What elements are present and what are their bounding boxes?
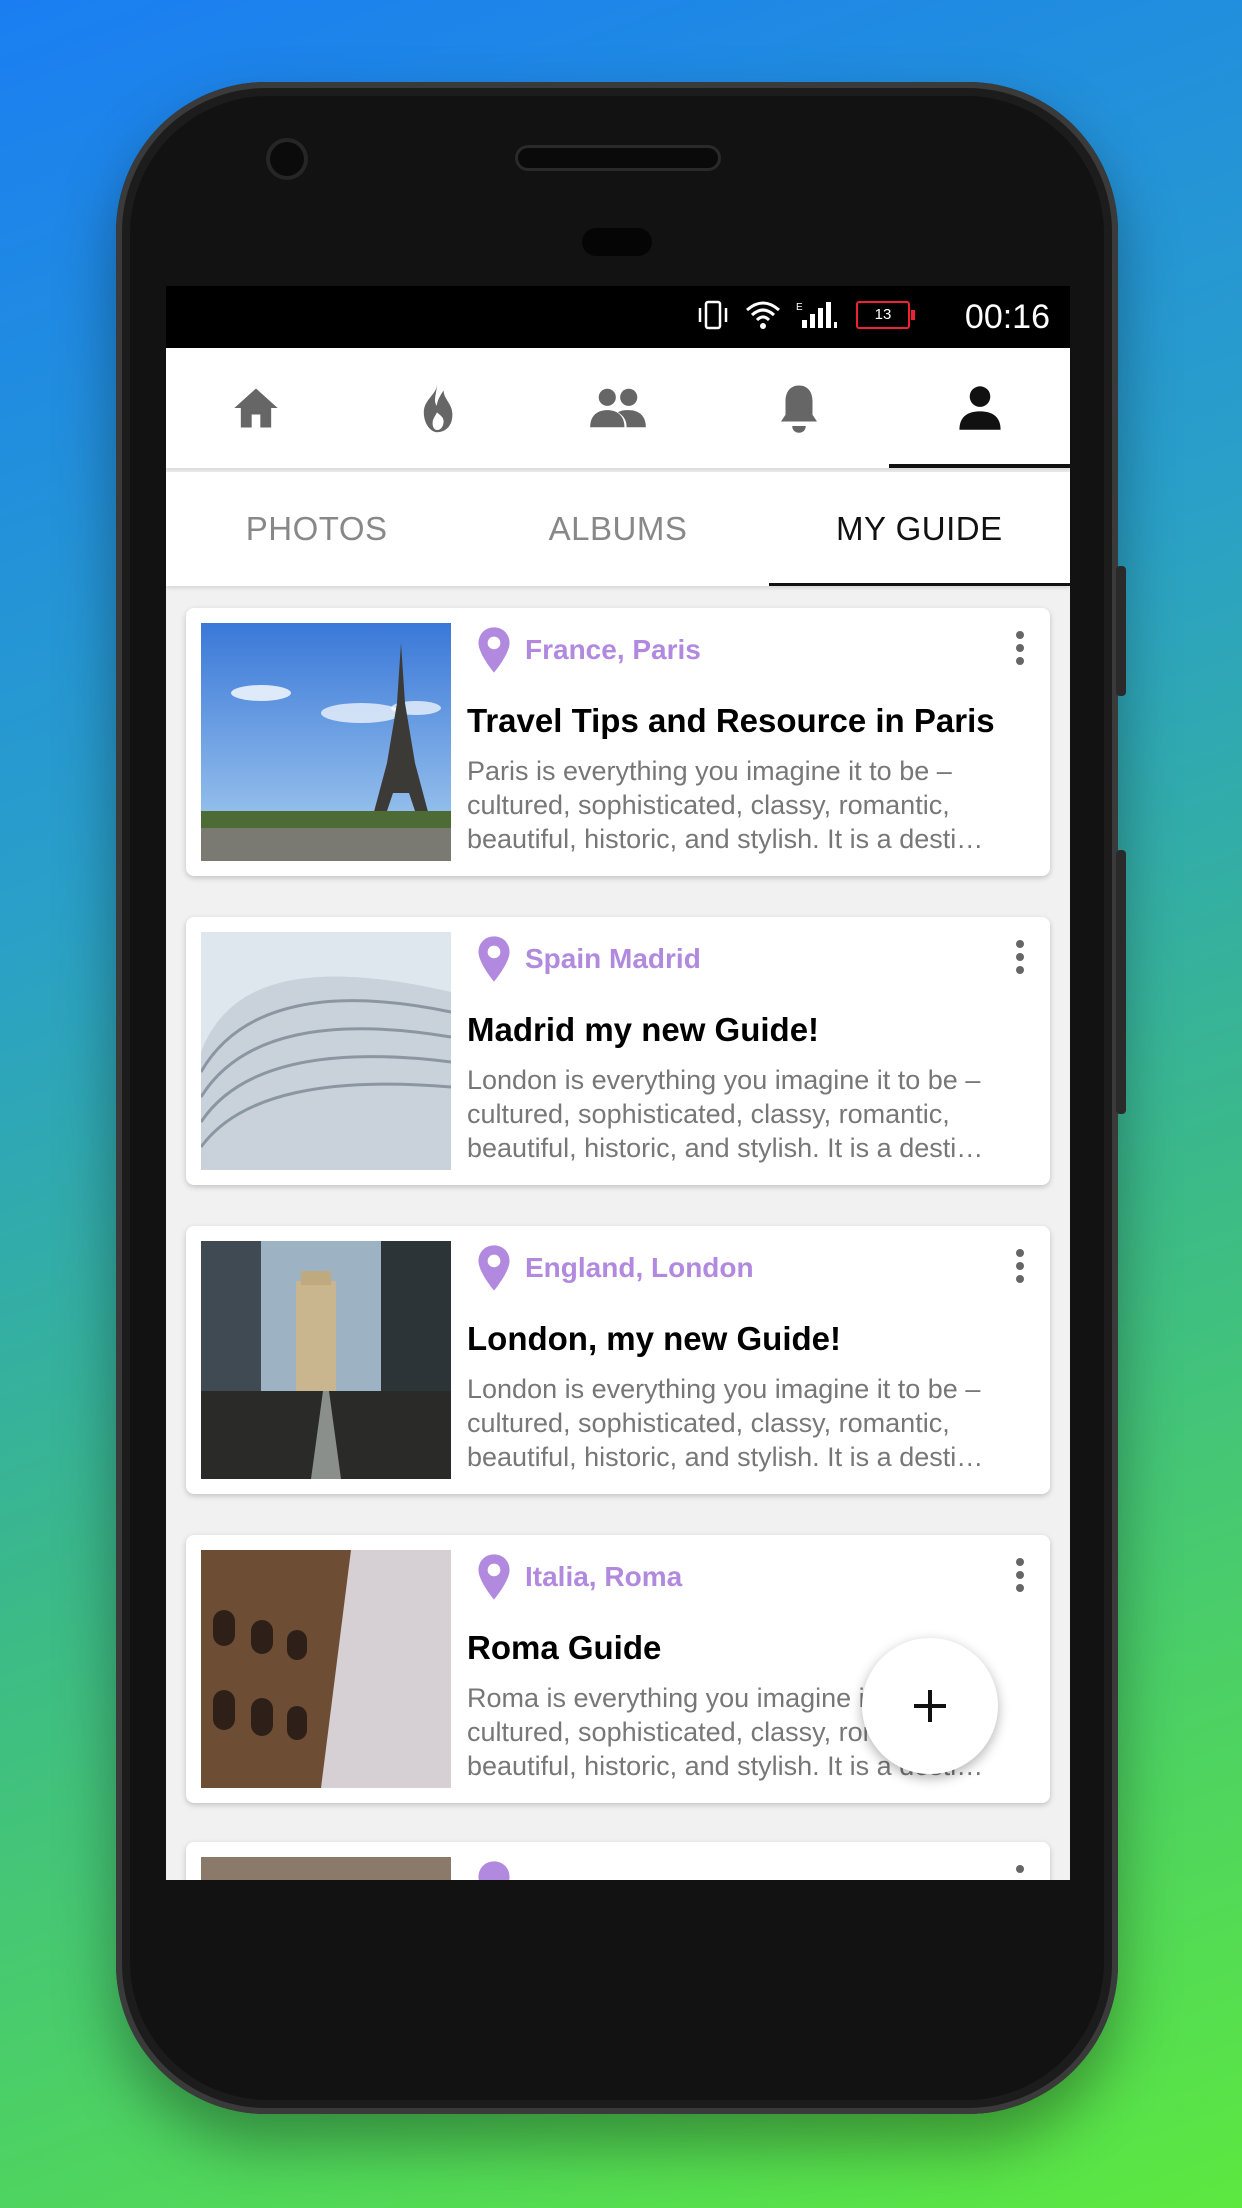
people-icon [590,388,646,428]
guide-thumbnail-madrid [201,932,451,1170]
status-bar: E 13 00:16 [166,286,1070,348]
more-options-icon[interactable] [1014,1557,1026,1593]
guide-title: London, my new Guide! [467,1320,841,1357]
guide-card[interactable]: France, Paris Travel Tips and Resource i… [186,608,1050,876]
status-time: 00:16 [964,298,1050,336]
location: Italia, Roma [477,1553,682,1601]
top-navigation [166,348,1070,468]
tab-bar: PHOTOS ALBUMS MY GUIDE [166,472,1070,586]
guide-thumbnail-london [201,1241,451,1479]
screen: E 13 00:16 PHOTOS ALBUMS MY GUIDE France… [166,286,1070,1880]
more-options-icon[interactable] [1014,630,1026,666]
more-options-icon[interactable] [1014,1864,1026,1880]
vibrate-icon [698,300,728,330]
guide-title: Madrid my new Guide! [467,1011,820,1048]
wifi-icon [746,301,780,329]
nav-notifications[interactable] [708,348,889,468]
nav-trending[interactable] [347,348,528,468]
more-options-icon[interactable] [1014,1248,1026,1284]
location-pin-icon [478,936,510,982]
location-pin-icon [478,627,510,673]
location: England, London [477,1244,754,1292]
battery-icon: 13 [856,301,915,329]
location-label: Spain Madrid [525,943,701,974]
location-pin-icon [478,1861,510,1880]
guide-description: Paris is everything you imagine it to be… [467,756,984,854]
guide-title: Travel Tips and Resource in Paris [467,702,995,739]
location-pin-icon [478,1554,510,1600]
power-button [1116,566,1126,696]
more-options-icon[interactable] [1014,939,1026,975]
app-content: PHOTOS ALBUMS MY GUIDE France, Paris Tra… [166,348,1070,1880]
guide-description: London is everything you imagine it to b… [467,1374,984,1472]
location-label: England, London [525,1252,754,1283]
guide-description: London is everything you imagine it to b… [467,1065,984,1163]
add-icon [914,1690,946,1722]
proximity-sensor [582,228,652,256]
svg-text:E: E [796,302,803,313]
location-label: Italia, Roma [525,1561,683,1592]
tab-photos[interactable]: PHOTOS [166,472,467,586]
location-pin-icon [478,1245,510,1291]
front-camera [270,142,304,176]
guide-thumbnail-paris [201,623,451,861]
nav-profile[interactable] [889,348,1070,468]
bell-icon [780,385,817,433]
volume-button [1116,850,1126,1114]
guide-card-partial[interactable] [186,1842,1050,1880]
status-icons: E 13 [696,300,915,330]
nav-home[interactable] [166,348,347,468]
add-guide-button[interactable] [862,1638,998,1774]
guide-card[interactable]: England, London London, my new Guide! Lo… [186,1226,1050,1494]
fire-icon [423,383,453,433]
location-label: France, Paris [525,634,701,665]
location: Spain Madrid [477,935,701,983]
earpiece-speaker [518,148,718,168]
tab-albums[interactable]: ALBUMS [467,472,768,586]
nav-friends[interactable] [528,348,709,468]
guide-title: Roma Guide [467,1629,662,1666]
guide-card[interactable]: Spain Madrid Madrid my new Guide! London… [186,917,1050,1185]
profile-icon [959,386,1001,430]
home-icon [234,388,279,428]
location: France, Paris [477,626,701,674]
guide-thumbnail-roma [201,1550,451,1788]
signal-icon: E [796,302,837,328]
tab-my-guide[interactable]: MY GUIDE [768,472,1070,586]
guide-thumbnail-partial [201,1857,451,1880]
